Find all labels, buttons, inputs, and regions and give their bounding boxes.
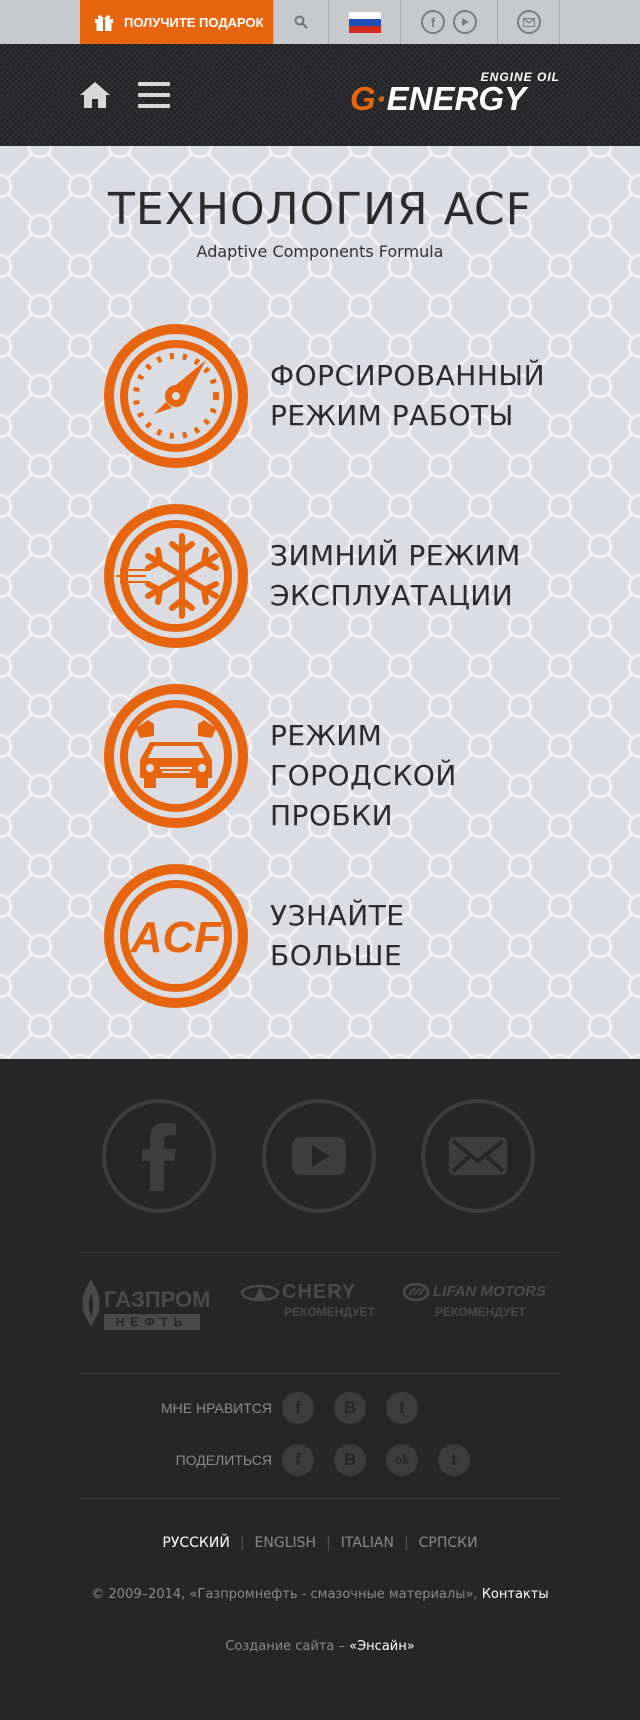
lang-serbian[interactable]: СРПСКИ: [419, 1535, 478, 1551]
language-switcher: РУССКИЙ | ENGLISH | ITALIAN | СРПСКИ: [0, 1535, 640, 1551]
twitter-icon: t: [399, 1398, 405, 1417]
feature-label: ФОРСИРОВАННЫЙ РЕЖИМ РАБОТЫ: [270, 359, 546, 432]
divider: [80, 1252, 560, 1253]
mail-icon: [516, 10, 541, 34]
partner-gazprom-neft[interactable]: ГАЗПРОМ НЕФТЬ: [80, 1275, 210, 1335]
like-vk-button[interactable]: B: [334, 1392, 366, 1424]
traffic-car-icon: [104, 684, 248, 828]
snowflake-icon: [104, 504, 248, 648]
speedometer-icon: [104, 324, 248, 468]
copyright-text: © 2009–2014, «Газпромнефть - смазочные м…: [91, 1587, 482, 1602]
footer-facebook-button[interactable]: [102, 1099, 216, 1213]
page-title: ТЕХНОЛОГИЯ ACF: [108, 184, 532, 235]
site-footer: ГАЗПРОМ НЕФТЬ CHERY РЕКОМЕНДУЕТ LIFAN MO…: [0, 1059, 640, 1720]
made-by-text: Создание сайта –: [225, 1639, 350, 1654]
feature-label: РЕЖИМ ГОРОДСКОЙ ПРОБКИ: [270, 719, 457, 832]
share-facebook-button[interactable]: f: [282, 1444, 314, 1476]
acf-logo-icon: ACF: [104, 864, 248, 1008]
divider: [80, 1373, 560, 1374]
share-vk-button[interactable]: B: [334, 1444, 366, 1476]
share-odnoklassniki-button[interactable]: ok: [386, 1444, 418, 1476]
acf-technology-section: ТЕХНОЛОГИЯ ACF Adaptive Components Formu…: [0, 146, 640, 1059]
lifan-logo-icon: [403, 1283, 429, 1301]
like-twitter-button[interactable]: t: [386, 1392, 418, 1424]
vk-icon: B: [343, 1398, 357, 1417]
lang-english[interactable]: ENGLISH: [255, 1535, 317, 1551]
share-label: ПОДЕЛИТЬСЯ: [175, 1452, 272, 1468]
get-gift-button[interactable]: ПОЛУЧИТЕ ПОДАРОК: [80, 0, 273, 44]
feature-forced-mode[interactable]: ФОРСИРОВАННЫЙ РЕЖИМ РАБОТЫ: [100, 320, 560, 472]
copyright: © 2009–2014, «Газпромнефть - смазочные м…: [0, 1587, 640, 1602]
feature-label: ЗИМНИЙ РЕЖИМ ЭКСПЛУАТАЦИИ: [270, 539, 521, 612]
home-icon[interactable]: [80, 82, 110, 108]
russia-flag-icon: [348, 11, 381, 33]
lang-russian[interactable]: РУССКИЙ: [162, 1535, 229, 1551]
gift-icon: [95, 15, 113, 31]
page-subtitle: Adaptive Components Formula: [196, 242, 444, 261]
social-links-top: f: [400, 0, 497, 44]
facebook-icon: f: [295, 1450, 301, 1469]
menu-icon[interactable]: [138, 82, 170, 108]
logo-wordmark: G·ENERGY: [350, 80, 527, 117]
odnoklassniki-icon: ok: [394, 1453, 409, 1467]
share-twitter-button[interactable]: t: [438, 1444, 470, 1476]
footer-youtube-button[interactable]: [262, 1099, 376, 1213]
search-icon: [294, 15, 308, 29]
feature-winter-mode[interactable]: ЗИМНИЙ РЕЖИМ ЭКСПЛУАТАЦИИ: [100, 500, 560, 652]
partner-chery[interactable]: CHERY РЕКОМЕНДУЕТ: [240, 1281, 380, 1335]
share-row: ПОДЕЛИТЬСЯ f B ok t: [0, 1444, 640, 1478]
vk-icon: B: [343, 1450, 357, 1469]
separator: |: [403, 1535, 409, 1551]
twitter-icon: t: [451, 1450, 457, 1469]
mail-button[interactable]: [497, 0, 560, 44]
search-button[interactable]: [273, 0, 328, 44]
youtube-icon[interactable]: [453, 10, 477, 34]
facebook-icon: [142, 1123, 176, 1191]
separator: |: [326, 1535, 331, 1551]
g-energy-logo[interactable]: ENGINE OIL G·ENERGY: [350, 70, 560, 122]
separator: |: [239, 1535, 245, 1551]
partner-lifan-motors[interactable]: LIFAN MOTORS РЕКОМЕНДУЕТ: [403, 1281, 560, 1335]
lang-italian[interactable]: ITALIAN: [341, 1535, 394, 1551]
feature-label: УЗНАЙТЕ БОЛЬШЕ: [270, 899, 405, 972]
partners-row: ГАЗПРОМ НЕФТЬ CHERY РЕКОМЕНДУЕТ LIFAN MO…: [80, 1275, 560, 1335]
mail-icon: [449, 1137, 507, 1175]
divider: [80, 1498, 560, 1499]
like-facebook-button[interactable]: f: [282, 1392, 314, 1424]
contacts-link[interactable]: Контакты: [482, 1587, 549, 1602]
gazprom-flame-icon: [82, 1279, 100, 1327]
svg-text:ACF: ACF: [130, 913, 223, 962]
top-bar: ПОЛУЧИТЕ ПОДАРОК f: [0, 0, 640, 44]
like-label: МНЕ НРАВИТСЯ: [160, 1400, 272, 1416]
site-header: ENGINE OIL G·ENERGY: [0, 44, 640, 146]
ensign-link[interactable]: «Энсайн»: [349, 1639, 415, 1654]
get-gift-label: ПОЛУЧИТЕ ПОДАРОК: [124, 14, 264, 30]
made-by: Создание сайта – «Энсайн»: [0, 1639, 640, 1654]
facebook-icon: f: [295, 1398, 301, 1417]
chery-logo-icon: [240, 1285, 280, 1301]
youtube-icon: [292, 1137, 346, 1175]
footer-mail-button[interactable]: [421, 1099, 535, 1213]
like-row: МНЕ НРАВИТСЯ f B t: [0, 1392, 640, 1426]
language-flag-button[interactable]: [328, 0, 400, 44]
feature-learn-more[interactable]: ACF УЗНАЙТЕ БОЛЬШЕ: [100, 860, 560, 1012]
feature-city-traffic-mode[interactable]: РЕЖИМ ГОРОДСКОЙ ПРОБКИ: [100, 680, 560, 832]
facebook-icon[interactable]: f: [421, 10, 445, 34]
